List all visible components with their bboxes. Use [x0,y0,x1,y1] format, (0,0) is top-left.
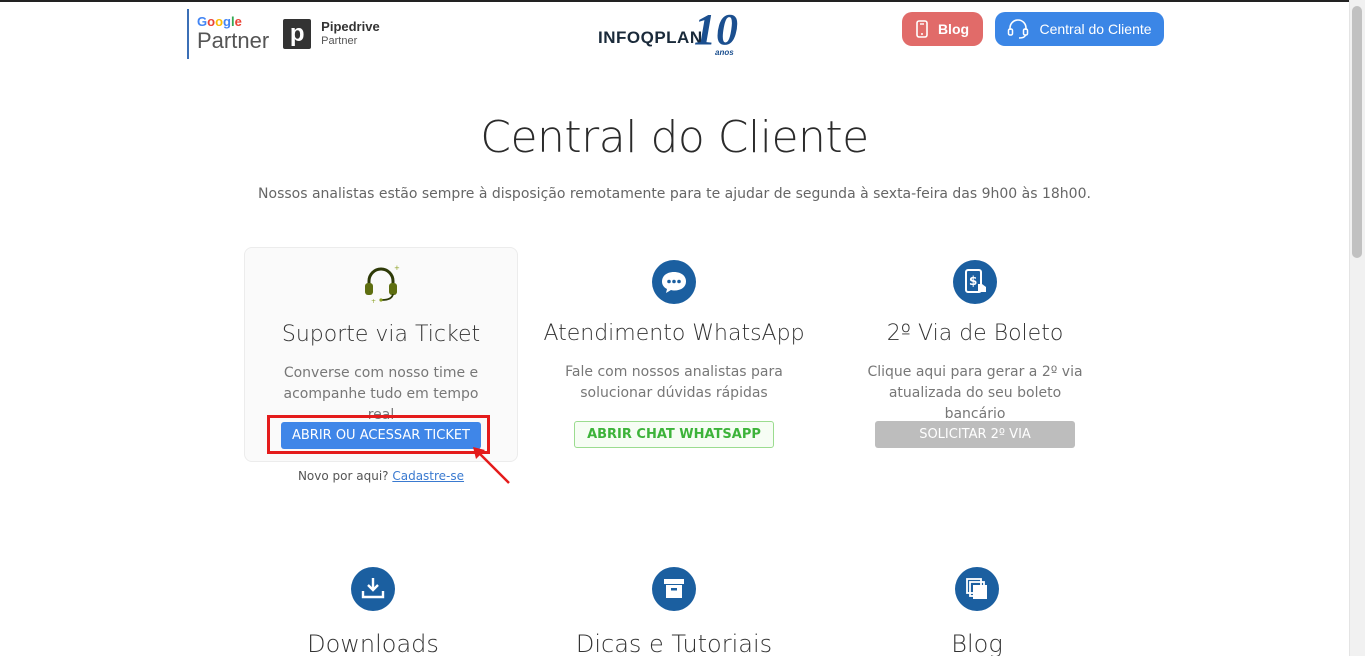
pipedrive-logo-icon: p [283,19,312,49]
vertical-scrollbar[interactable] [1349,0,1365,656]
blog-section-title: Blog [951,630,1003,656]
signup-text: Novo por aqui? [297,469,389,483]
card-segunda-via-boleto: $ 2º Via de Boleto Clique aqui para gera… [838,247,1112,462]
boleto-icon: $ [953,260,997,304]
card-description: Fale com nossos analistas para soluciona… [565,364,783,401]
partner-logos: Google Partner p Pipedrive Partner [187,8,380,60]
google-partner-badge: Google Partner [187,9,269,59]
brand-anos: anos [715,48,734,57]
svg-text:$: $ [969,274,977,288]
blog-button[interactable]: Blog [902,12,983,46]
pipedrive-partner-badge: p Pipedrive Partner [283,19,380,49]
solicitar-segunda-via-button[interactable]: SOLICITAR 2º VIA [875,421,1075,448]
signup-line: Novo por aqui? Cadastre-se [244,469,518,483]
card-title: 2º Via de Boleto [886,321,1064,346]
dicas-tutoriais-title: Dicas e Tutoriais [575,630,773,656]
abrir-ticket-button[interactable]: ABRIR OU ACESSAR TICKET [281,422,481,449]
page-title: Central do Cliente [480,112,869,163]
page-subtitle: Nossos analistas estão sempre à disposiç… [258,186,1091,202]
card-title: Suporte via Ticket [281,322,481,347]
scrollbar-thumb[interactable] [1352,6,1362,258]
chat-bubble-icon [652,260,696,304]
section-blog[interactable]: Blog [840,566,1114,656]
cadastre-se-link[interactable]: Cadastre-se [392,469,464,483]
card-description: Converse com nosso time e acompanhe tudo… [283,365,479,423]
mobile-phone-icon [916,20,928,38]
support-headset-icon [1008,19,1029,39]
central-do-cliente-button[interactable]: Central do Cliente [995,12,1164,46]
svg-text:+: + [371,298,376,305]
central-button-label: Central do Cliente [1039,21,1152,37]
card-description: Clique aqui para gerar a 2º via atualiza… [867,364,1083,422]
google-partner-label: Partner [197,28,270,53]
google-logo-text: Google [197,14,242,29]
infoqplan-logo[interactable]: INFOQPLAN 10 anos [598,5,758,60]
card-atendimento-whatsapp: Atendimento WhatsApp Fale com nossos ana… [537,247,811,462]
pipedrive-name: Pipedrive [321,19,380,34]
archive-box-icon [652,567,696,611]
section-downloads[interactable]: Downloads [236,566,510,656]
download-icon [351,567,395,611]
abrir-chat-whatsapp-button[interactable]: ABRIR CHAT WHATSAPP [574,421,774,448]
section-dicas-tutoriais[interactable]: Dicas e Tutoriais [537,566,811,656]
brand-name: INFOQPLAN [598,28,703,47]
stacked-pages-icon [955,567,999,611]
window-top-border [0,0,1365,2]
card-suporte-ticket: + + Suporte via Ticket Converse com noss… [244,247,518,462]
downloads-title: Downloads [307,630,439,656]
card-title: Atendimento WhatsApp [543,321,805,346]
headset-icon: + + [365,264,400,305]
pipedrive-partner-label: Partner [321,35,358,47]
brand-years: 10 [694,5,738,54]
blog-button-label: Blog [937,21,970,37]
svg-text:+: + [394,264,400,272]
